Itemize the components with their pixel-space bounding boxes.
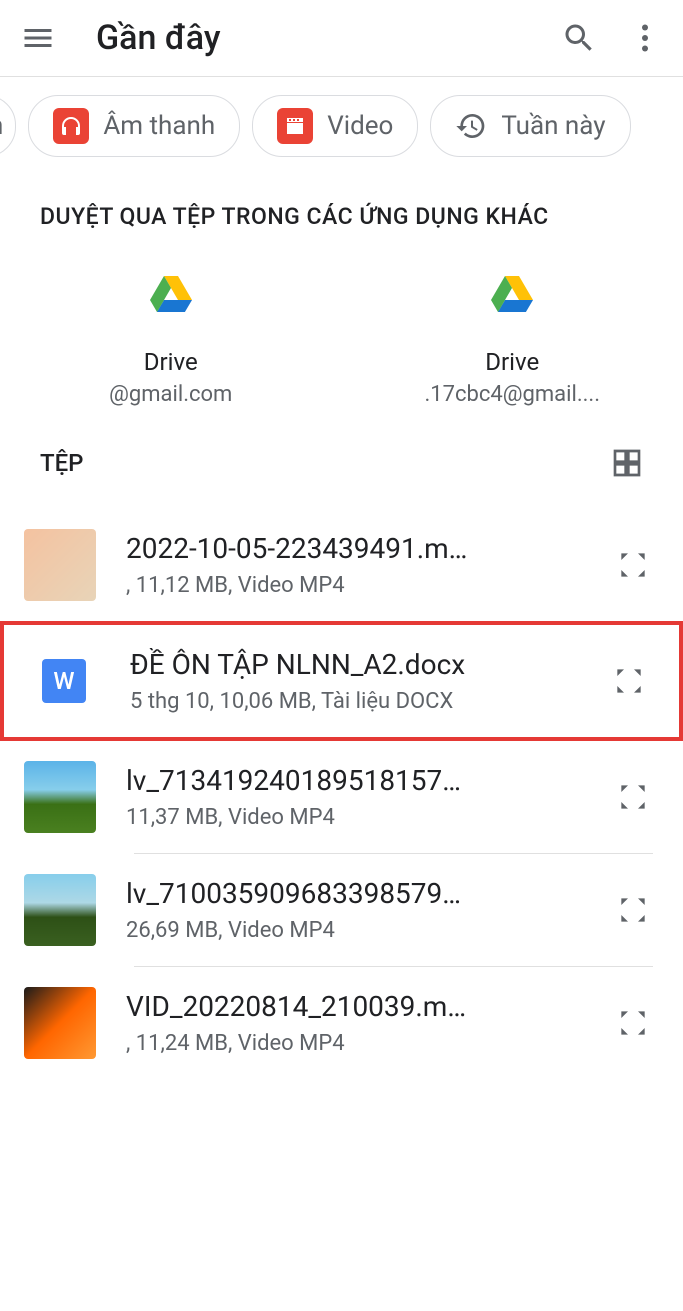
file-row[interactable]: lv_713419240189518157… 11,37 MB, Video M…: [0, 741, 683, 853]
page-title: Gần đây: [96, 18, 561, 58]
file-meta: 26,69 MB, Video MP4: [126, 918, 583, 943]
file-name: lv_713419240189518157…: [126, 764, 583, 797]
file-name: ĐỀ ÔN TẬP NLNN_A2.docx: [130, 648, 579, 681]
filter-chips: h Âm thanh Video Tuần này: [0, 77, 683, 175]
grid-icon: [611, 447, 643, 479]
file-info: ĐỀ ÔN TẬP NLNN_A2.docx 5 thg 10, 10,06 M…: [130, 648, 579, 714]
fullscreen-icon: [613, 890, 653, 930]
expand-button[interactable]: [613, 545, 653, 585]
fullscreen-icon: [613, 1003, 653, 1043]
drive-icon: [147, 270, 195, 318]
file-name: 2022-10-05-223439491.m…: [126, 532, 583, 565]
drive-app-0[interactable]: Drive @gmail.com: [20, 270, 322, 407]
chip-partial[interactable]: h: [0, 95, 16, 157]
file-meta: , 11,24 MB, Video MP4: [126, 1031, 583, 1056]
fullscreen-icon: [609, 661, 649, 701]
expand-button[interactable]: [613, 777, 653, 817]
grid-view-button[interactable]: [611, 447, 643, 479]
more-vert-icon: [627, 20, 663, 56]
chip-label: Âm thanh: [103, 111, 215, 141]
drive-name: Drive: [485, 348, 539, 376]
file-thumbnail: W: [42, 659, 86, 703]
expand-button[interactable]: [609, 661, 649, 701]
menu-icon: [20, 20, 56, 56]
file-thumbnail: [24, 874, 96, 946]
search-button[interactable]: [561, 20, 597, 56]
file-thumbnail: [24, 761, 96, 833]
file-info: 2022-10-05-223439491.m… , 11,12 MB, Vide…: [126, 532, 583, 598]
menu-button[interactable]: [20, 20, 56, 56]
chip-thisweek[interactable]: Tuần này: [430, 95, 630, 157]
drive-app-1[interactable]: Drive .17cbc4@gmail....: [362, 270, 664, 407]
file-meta: , 11,12 MB, Video MP4: [126, 573, 583, 598]
file-info: lv_713419240189518157… 11,37 MB, Video M…: [126, 764, 583, 830]
files-header: TỆP: [0, 427, 683, 509]
drive-email: @gmail.com: [109, 382, 232, 407]
fullscreen-icon: [613, 545, 653, 585]
file-name: VID_20220814_210039.m…: [126, 990, 583, 1023]
file-row[interactable]: VID_20220814_210039.m… , 11,24 MB, Video…: [0, 967, 683, 1079]
fullscreen-icon: [613, 777, 653, 817]
file-list: 2022-10-05-223439491.m… , 11,12 MB, Vide…: [0, 509, 683, 1079]
chip-video[interactable]: Video: [252, 95, 418, 157]
file-info: VID_20220814_210039.m… , 11,24 MB, Video…: [126, 990, 583, 1056]
chip-audio[interactable]: Âm thanh: [28, 95, 240, 157]
file-meta: 11,37 MB, Video MP4: [126, 805, 583, 830]
drive-apps: Drive @gmail.com Drive .17cbc4@gmail....: [0, 240, 683, 427]
chip-label: Video: [327, 111, 393, 141]
browse-section: DUYỆT QUA TỆP TRONG CÁC ỨNG DỤNG KHÁC: [0, 175, 683, 240]
drive-name: Drive: [144, 348, 198, 376]
drive-icon: [488, 270, 536, 318]
video-icon: [277, 108, 313, 144]
drive-email: .17cbc4@gmail....: [424, 382, 600, 407]
files-title: TỆP: [40, 449, 84, 477]
audio-icon: [53, 108, 89, 144]
history-icon: [455, 110, 487, 142]
file-thumbnail: [24, 529, 96, 601]
more-button[interactable]: [627, 20, 663, 56]
chip-label: Tuần này: [501, 111, 605, 141]
search-icon: [561, 20, 597, 56]
expand-button[interactable]: [613, 1003, 653, 1043]
file-row[interactable]: W ĐỀ ÔN TẬP NLNN_A2.docx 5 thg 10, 10,06…: [0, 621, 683, 741]
file-meta: 5 thg 10, 10,06 MB, Tài liệu DOCX: [130, 689, 579, 714]
file-thumbnail: [24, 987, 96, 1059]
file-row[interactable]: 2022-10-05-223439491.m… , 11,12 MB, Vide…: [0, 509, 683, 621]
header: Gần đây: [0, 0, 683, 77]
browse-title: DUYỆT QUA TỆP TRONG CÁC ỨNG DỤNG KHÁC: [40, 203, 643, 230]
expand-button[interactable]: [613, 890, 653, 930]
file-row[interactable]: lv_710035909683398579… 26,69 MB, Video M…: [0, 854, 683, 966]
chip-label: h: [0, 111, 3, 141]
file-name: lv_710035909683398579…: [126, 877, 583, 910]
file-info: lv_710035909683398579… 26,69 MB, Video M…: [126, 877, 583, 943]
